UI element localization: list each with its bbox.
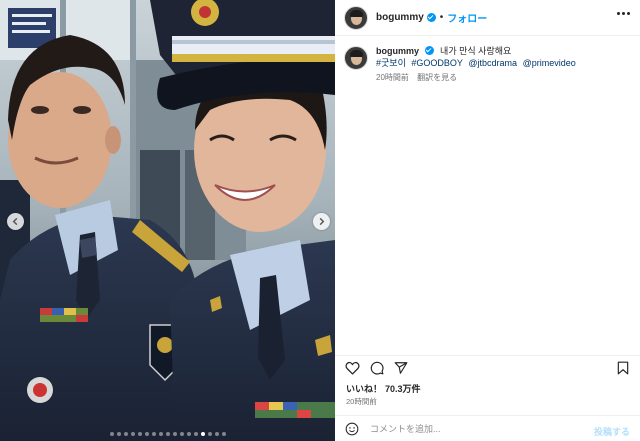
caption-text: 내가 만식 사랑해요	[440, 46, 512, 56]
avatar[interactable]	[344, 5, 368, 30]
follow-button[interactable]: フォロー	[447, 10, 487, 25]
post-caption: bogummy 내가 만식 사랑해요 #굿보이 #GOODBOY @jtbcdr…	[335, 36, 640, 83]
more-options-icon[interactable]	[617, 12, 630, 15]
likes-value: 70.3万件	[385, 384, 421, 394]
emoji-icon[interactable]	[345, 422, 359, 436]
share-icon[interactable]	[394, 361, 408, 375]
caption-time: 20時間前	[376, 73, 409, 82]
caption-avatar[interactable]	[344, 46, 368, 70]
chevron-right-icon	[319, 217, 325, 226]
caption-username[interactable]: bogummy	[376, 46, 419, 56]
caption-tag[interactable]: #GOODBOY	[411, 58, 463, 68]
likes-count[interactable]: いいね！ 70.3万件	[346, 382, 421, 395]
carousel-dot	[221, 432, 226, 436]
translate-link[interactable]: 翻訳を見る	[417, 73, 457, 82]
comment-input[interactable]	[370, 423, 570, 434]
carousel-dot	[151, 432, 156, 436]
post-media[interactable]	[0, 0, 335, 441]
carousel-dot	[109, 432, 114, 436]
carousel-dot	[144, 432, 149, 436]
caption-tag[interactable]: #굿보이	[376, 58, 406, 68]
post-side-panel: bogummy • フォロー bogummy 내가 만식 사랑해요 #굿보이 #…	[335, 0, 640, 441]
post-comment-button[interactable]: 投稿する	[594, 425, 630, 438]
verified-badge-icon	[424, 46, 434, 55]
carousel-dot	[130, 432, 135, 436]
comment-icon[interactable]	[370, 361, 384, 375]
caption-mention[interactable]: @primevideo	[523, 58, 576, 68]
carousel-dot	[116, 432, 121, 436]
carousel-dot	[207, 432, 212, 436]
carousel-dot	[200, 432, 205, 436]
carousel-dot	[172, 432, 177, 436]
carousel-next-button[interactable]	[313, 213, 330, 230]
carousel-dot	[158, 432, 163, 436]
post-header: bogummy • フォロー	[335, 0, 640, 36]
carousel-dot	[165, 432, 170, 436]
carousel-dot	[186, 432, 191, 436]
carousel-dot	[137, 432, 142, 436]
carousel-dot	[123, 432, 128, 436]
post-photo	[0, 0, 335, 441]
carousel-prev-button[interactable]	[7, 213, 24, 230]
heart-icon[interactable]	[345, 361, 360, 375]
chevron-left-icon	[12, 217, 18, 226]
post-timestamp: 20時間前	[346, 397, 377, 406]
header-separator: •	[439, 12, 444, 23]
caption-tags: #굿보이 #GOODBOY @jtbcdrama @primevideo	[376, 57, 579, 69]
carousel-dot	[179, 432, 184, 436]
action-bar	[335, 355, 640, 379]
caption-mention[interactable]: @jtbcdrama	[468, 58, 517, 68]
bookmark-icon[interactable]	[617, 361, 629, 375]
carousel-dot	[214, 432, 219, 436]
likes-label: いいね！	[346, 384, 383, 394]
carousel-indicator	[0, 432, 335, 436]
header-username[interactable]: bogummy	[376, 12, 424, 23]
carousel-dot	[193, 432, 198, 436]
comment-bar: 投稿する	[335, 415, 640, 441]
verified-badge-icon	[426, 13, 436, 22]
